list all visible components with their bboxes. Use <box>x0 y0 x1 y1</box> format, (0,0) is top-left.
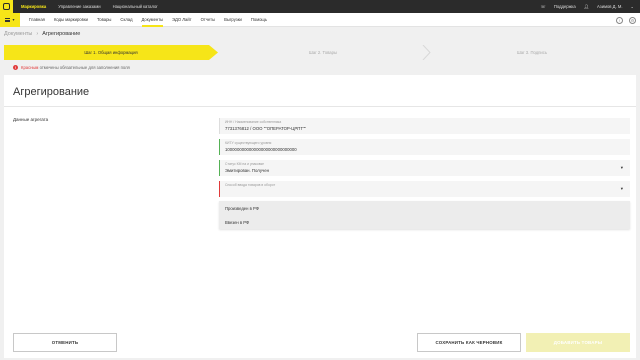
nav-codes[interactable]: Коды маркировки <box>54 13 88 27</box>
status-select-label: Статус КМ на и упаковке <box>225 162 264 166</box>
top-nav-catalog[interactable]: Национальный каталог <box>113 4 158 9</box>
user-icon: 👤︎ <box>583 3 590 9</box>
dropdown-option[interactable]: Ввезен в РФ <box>219 215 630 229</box>
circulation-method-dropdown: Произведен в РФ Ввезен в РФ <box>219 201 630 229</box>
kitu-field[interactable]: КИТУ существующего уровня 10000000000000… <box>219 139 630 155</box>
warning-icon: ! <box>13 65 18 70</box>
stepper: Шаг 1. Общая информация Шаг 2. Товары Ша… <box>4 45 636 60</box>
nav-help[interactable]: Помощь <box>251 13 267 27</box>
chevron-down-icon[interactable]: ▾ <box>621 165 623 171</box>
breadcrumb-current: Агрегирование <box>42 31 81 37</box>
chevron-right-icon: › <box>36 31 39 37</box>
kitu-field-label: КИТУ существующего уровня <box>225 141 272 145</box>
owner-field-label: ИНН / Наименование собственника <box>225 120 282 124</box>
top-bar: Маркировка Управление заказами Националь… <box>0 0 640 13</box>
owner-field[interactable]: ИНН / Наименование собственника 77313768… <box>219 118 630 134</box>
form-card: Агрегирование Данные агрегата ИНН / Наим… <box>4 75 636 358</box>
nav-reports[interactable]: Отчеты <box>201 13 215 27</box>
nav-exports[interactable]: Выгрузки <box>224 13 242 27</box>
support-link[interactable]: Поддержка <box>554 4 576 9</box>
bell-icon[interactable]: ! <box>616 16 623 24</box>
dropdown-option[interactable]: Произведен в РФ <box>219 201 630 215</box>
notice-red-word: Красным <box>21 65 39 70</box>
nav-home[interactable]: Главная <box>29 13 45 27</box>
owner-field-value: 7731376812 / ООО ""ОПЕРАТОР-ЦРПТ"" <box>225 126 307 131</box>
nav-documents[interactable]: Документы <box>141 13 163 27</box>
step-3: Шаг 3. Подпись <box>516 50 548 55</box>
nav-warehouse[interactable]: Склад <box>120 13 132 27</box>
divider <box>4 106 636 107</box>
step-1[interactable]: Шаг 1. Общая информация <box>4 45 218 60</box>
chevron-down-icon[interactable]: ▾ <box>621 186 623 192</box>
circulation-method-select[interactable]: Способ ввода товаров в оборот ▾ <box>219 181 630 197</box>
sub-nav: ▾ Главная Коды маркировки Товары Склад Д… <box>0 12 640 27</box>
notice-text: отмечены обязательные для заполнения пол… <box>39 65 130 70</box>
settings-icon[interactable]: ⚙ <box>629 16 636 24</box>
menu-button[interactable]: ▾ <box>0 12 20 27</box>
cancel-button[interactable]: ОТМЕНИТЬ <box>13 333 117 352</box>
breadcrumb: Документы › Агрегирование <box>4 31 80 37</box>
chevron-down-icon[interactable]: ⌄ <box>630 4 634 9</box>
save-draft-button[interactable]: СОХРАНИТЬ КАК ЧЕРНОВИК <box>417 333 521 352</box>
logo[interactable] <box>0 0 13 13</box>
circulation-method-label: Способ ввода товаров в оборот <box>225 183 276 187</box>
nav-edo-lite[interactable]: ЭДО Лайт <box>172 13 191 27</box>
required-notice: ! Красным отмечены обязательные для запо… <box>13 65 130 70</box>
support-icon: ☏ <box>540 4 546 9</box>
status-select[interactable]: Статус КМ на и упаковке Эмитирован. Полу… <box>219 160 630 176</box>
user-name[interactable]: Азимов Д. М. <box>597 4 622 9</box>
section-label: Данные агрегата <box>13 117 49 122</box>
page-title: Агрегирование <box>13 86 90 98</box>
step-divider <box>422 45 431 60</box>
nav-goods[interactable]: Товары <box>97 13 111 27</box>
top-nav-marking[interactable]: Маркировка <box>21 4 46 9</box>
kitu-field-value: 100000000000000000000000000000 <box>225 147 297 152</box>
breadcrumb-documents[interactable]: Документы <box>4 31 32 37</box>
add-goods-button[interactable]: ДОБАВИТЬ ТОВАРЫ <box>526 333 630 352</box>
top-nav-orders[interactable]: Управление заказами <box>58 4 100 9</box>
step-2: Шаг 2. Товары <box>309 50 337 55</box>
chevron-down-icon: ▾ <box>12 17 15 22</box>
status-select-value: Эмитирован. Получен <box>225 168 269 173</box>
menu-icon <box>5 17 11 22</box>
